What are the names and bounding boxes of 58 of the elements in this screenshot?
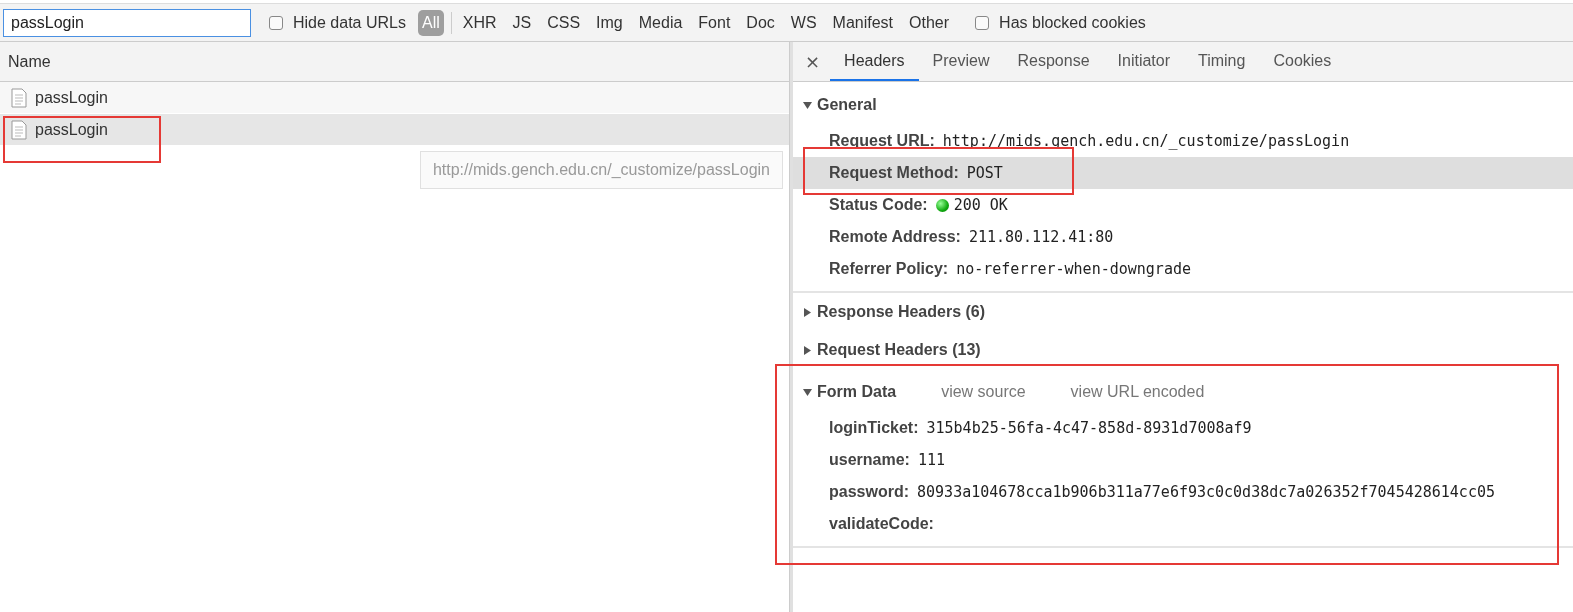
tab[interactable]: Preview bbox=[918, 42, 1004, 81]
header-value: 111 bbox=[917, 451, 945, 469]
collapsed-triangle-icon[interactable] bbox=[803, 345, 812, 355]
header-value: http://mids.gench.edu.cn/_customize/passLogin bbox=[942, 132, 1350, 150]
header-value: 80933a104678cca1b906b311a77e6f93c0c0d38dc7a026352f7045428614cc05 bbox=[917, 483, 1495, 501]
header-value: 315b4b25-56fa-4c47-858d-8931d7008af9 bbox=[926, 419, 1252, 437]
expanded-triangle-icon[interactable] bbox=[803, 100, 812, 110]
tab[interactable]: Cookies bbox=[1259, 42, 1346, 81]
type-filter-button[interactable]: Font bbox=[694, 9, 735, 36]
header-name: password: bbox=[829, 483, 909, 501]
request-row[interactable]: passLogin bbox=[0, 114, 789, 146]
document-icon bbox=[11, 87, 27, 108]
header-name: Request Method: bbox=[829, 164, 959, 182]
filter-field[interactable]: passLogin bbox=[3, 8, 251, 37]
request-name: passLogin bbox=[35, 120, 108, 139]
header-name: Status Code: bbox=[829, 196, 928, 214]
checkbox-label: Has blocked cookies bbox=[999, 13, 1146, 32]
request-row[interactable]: passLogin bbox=[0, 82, 789, 114]
tab[interactable]: Headers bbox=[830, 42, 919, 81]
type-filter-button[interactable]: Other bbox=[905, 9, 954, 36]
type-filter-button[interactable]: Img bbox=[592, 9, 627, 36]
type-filter-button[interactable]: JS bbox=[508, 9, 536, 36]
section-title[interactable]: Form Data bbox=[817, 383, 897, 401]
type-filter-button[interactable]: WS bbox=[786, 9, 821, 36]
type-filter-button[interactable]: Doc bbox=[742, 9, 779, 36]
header-name: Remote Address: bbox=[829, 228, 961, 246]
tooltip: http://mids.gench.edu.cn/_customize/passLogin bbox=[419, 151, 783, 189]
type-filter-button[interactable]: Manifest bbox=[828, 9, 898, 36]
column-header[interactable]: Name bbox=[0, 42, 789, 82]
view-link[interactable]: view URL encoded bbox=[1070, 383, 1205, 401]
type-filter-button[interactable]: Media bbox=[634, 9, 687, 36]
status-dot-icon bbox=[935, 198, 949, 212]
tab[interactable]: Timing bbox=[1184, 42, 1260, 81]
header-value: 211.80.112.41:80 bbox=[968, 228, 1114, 246]
header-name: loginTicket: bbox=[829, 419, 919, 437]
collapsed-triangle-icon[interactable] bbox=[803, 307, 812, 317]
type-filter-button[interactable]: CSS bbox=[543, 9, 585, 36]
type-filter-button[interactable]: XHR bbox=[458, 9, 501, 36]
header-name: validateCode: bbox=[829, 515, 934, 533]
tab[interactable]: Response bbox=[1003, 42, 1104, 81]
checkbox[interactable] bbox=[269, 15, 283, 30]
view-link[interactable]: view source bbox=[941, 383, 1026, 401]
header-name: Referrer Policy: bbox=[829, 260, 949, 278]
header-value: no-referrer-when-downgrade bbox=[956, 260, 1191, 278]
expanded-triangle-icon[interactable] bbox=[803, 387, 812, 397]
section-title[interactable]: General bbox=[817, 96, 877, 114]
close-button[interactable]: × bbox=[793, 42, 831, 81]
section-title[interactable]: Response Headers (6) bbox=[817, 303, 986, 321]
tab[interactable]: Initiator bbox=[1103, 42, 1184, 81]
document-icon bbox=[11, 119, 27, 140]
request-name: passLogin bbox=[35, 88, 108, 107]
header-name: username: bbox=[829, 451, 910, 469]
checkbox[interactable] bbox=[975, 15, 990, 30]
header-value: POST bbox=[966, 164, 1003, 182]
header-name: Request URL: bbox=[829, 132, 935, 150]
header-value: 200 OK bbox=[953, 196, 1008, 214]
section-title[interactable]: Request Headers (13) bbox=[817, 341, 981, 359]
checkbox-label: Hide data URLs bbox=[293, 13, 406, 32]
